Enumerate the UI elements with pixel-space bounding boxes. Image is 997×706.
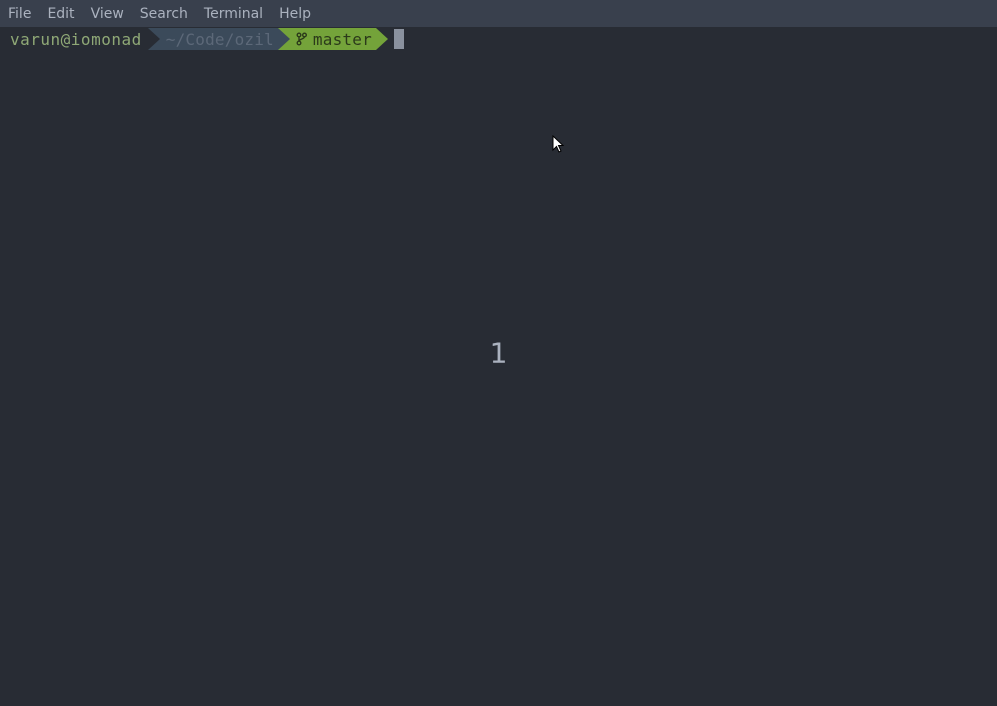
center-text: 1	[490, 337, 508, 370]
menubar: File Edit View Search Terminal Help	[0, 0, 997, 27]
mouse-cursor-icon	[552, 135, 566, 159]
arrow-separator-icon	[278, 28, 290, 50]
prompt-user-host: varun@iomonad	[10, 28, 148, 50]
terminal-cursor	[394, 29, 404, 49]
menu-edit[interactable]: Edit	[47, 6, 74, 22]
prompt-branch-segment: master	[278, 28, 376, 50]
prompt-path: ~/Code/ozil	[166, 30, 274, 49]
prompt-path-segment: ~/Code/ozil	[148, 28, 278, 50]
arrow-separator-icon	[376, 28, 388, 50]
menu-file[interactable]: File	[8, 6, 31, 22]
menu-help[interactable]: Help	[279, 6, 311, 22]
menu-view[interactable]: View	[91, 6, 124, 22]
git-branch-icon	[296, 32, 307, 46]
prompt-line[interactable]: varun@iomonad ~/Code/ozil master	[0, 27, 997, 51]
arrow-separator-icon	[148, 28, 160, 50]
menu-terminal[interactable]: Terminal	[204, 6, 263, 22]
prompt-branch: master	[313, 30, 372, 49]
menu-search[interactable]: Search	[140, 6, 188, 22]
